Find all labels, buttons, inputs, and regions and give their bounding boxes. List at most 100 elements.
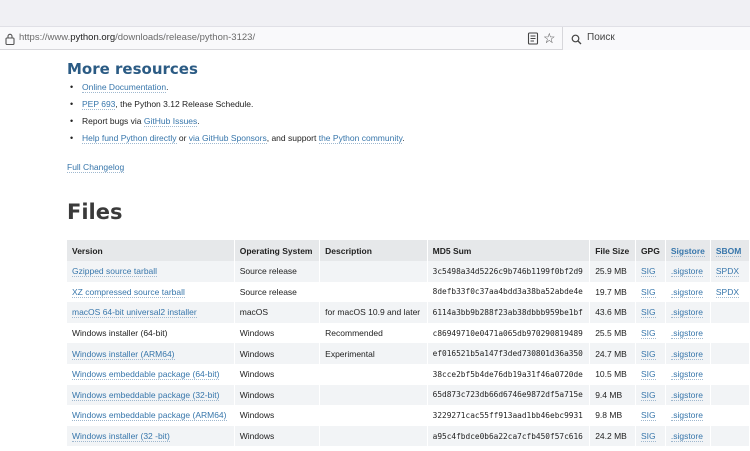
file-size-cell: 25.5 MB bbox=[595, 328, 627, 339]
gpg-sig-link[interactable]: SIG bbox=[640, 307, 656, 319]
os-cell: Windows bbox=[239, 389, 275, 400]
url-text[interactable]: https://www.python.org/downloads/release… bbox=[19, 32, 255, 43]
sigstore-link[interactable]: .sigstore bbox=[670, 266, 703, 278]
list-item: Help fund Python directly or via GitHub … bbox=[70, 132, 405, 149]
gpg-sig-link[interactable]: SIG bbox=[640, 369, 656, 381]
sbom-cell bbox=[710, 302, 750, 323]
md5-cell: ef016521b5a147f3ded730801d36a350 bbox=[432, 349, 583, 359]
file-size-cell: 25.5 MB bbox=[589, 322, 636, 344]
file-size-cell: 43.6 MB bbox=[589, 302, 636, 323]
col-sbom[interactable]: SBOM bbox=[710, 240, 750, 261]
help-fund-python-link[interactable]: Help fund Python directly bbox=[82, 133, 177, 144]
sigstore-cell: .sigstore bbox=[665, 384, 711, 406]
sigstore-link[interactable]: .sigstore bbox=[670, 410, 703, 422]
pep-693-link[interactable]: PEP 693 bbox=[82, 99, 116, 110]
files-table-body: Gzipped source tarball Source release 3c54… bbox=[67, 261, 750, 447]
os-cell: Source release bbox=[239, 266, 297, 277]
sigstore-header-link[interactable]: Sigstore bbox=[670, 245, 705, 257]
url-path: /downloads/release/python-3123/ bbox=[115, 32, 256, 43]
gpg-sig-link[interactable]: SIG bbox=[640, 431, 656, 443]
table-row: macOS 64-bit universal2 installer macOS fo… bbox=[67, 302, 750, 323]
col-md5: MD5 Sum bbox=[427, 240, 591, 261]
version-cell[interactable]: Gzipped source tarball bbox=[72, 266, 158, 278]
bookmark-star-icon[interactable]: ☆ bbox=[543, 31, 557, 45]
col-description: Description bbox=[319, 240, 428, 261]
gpg-sig-link[interactable]: SIG bbox=[640, 410, 656, 422]
search-icon bbox=[571, 32, 583, 45]
sigstore-link[interactable]: .sigstore bbox=[670, 369, 703, 381]
github-sponsors-link[interactable]: via GitHub Sponsors bbox=[188, 133, 267, 144]
file-size-cell: 10.5 MB bbox=[595, 369, 627, 380]
sigstore-link[interactable]: .sigstore bbox=[670, 389, 703, 401]
list-item: Online Documentation. bbox=[70, 81, 405, 98]
list-item-text: . bbox=[197, 116, 200, 126]
sigstore-cell: .sigstore bbox=[665, 302, 711, 323]
list-item: PEP 693, the Python 3.12 Release Schedul… bbox=[70, 98, 405, 115]
sigstore-link[interactable]: .sigstore bbox=[670, 286, 703, 298]
reader-view-icon[interactable] bbox=[527, 32, 540, 45]
sigstore-link[interactable]: .sigstore bbox=[670, 328, 703, 340]
resources-list: Online Documentation. PEP 693, the Pytho… bbox=[70, 81, 405, 149]
md5-cell: a95c4fbdce0b6a22ca7cfb450f57c616 bbox=[432, 431, 583, 441]
version-cell[interactable]: XZ compressed source tarball bbox=[72, 286, 185, 298]
os-cell: Windows bbox=[239, 348, 275, 359]
version-cell[interactable]: Windows installer (ARM64) bbox=[72, 348, 175, 360]
version-cell[interactable]: Windows embeddable package (ARM64) bbox=[72, 410, 227, 422]
list-item-text: , the Python 3.12 Release Schedule. bbox=[115, 99, 254, 109]
list-item-text: , and support bbox=[266, 133, 319, 143]
version-cell[interactable]: Windows installer (32 -bit) bbox=[72, 431, 170, 443]
page-content: More resources Online Documentation. PEP… bbox=[0, 51, 750, 451]
sigstore-link[interactable]: .sigstore bbox=[670, 307, 703, 319]
sigstore-cell: .sigstore bbox=[665, 405, 711, 426]
sigstore-link[interactable]: .sigstore bbox=[670, 348, 703, 360]
description-cell: Experimental bbox=[325, 348, 375, 359]
url-prefix: https://www. bbox=[19, 32, 71, 43]
col-gpg: GPG bbox=[635, 240, 666, 261]
sbom-link[interactable]: SPDX bbox=[715, 286, 740, 298]
version-cell[interactable]: Windows embeddable package (64-bit) bbox=[72, 369, 220, 381]
gpg-sig-cell: SIG bbox=[635, 363, 666, 385]
file-size-cell: 19.7 MB bbox=[589, 281, 636, 303]
browser-tab-strip bbox=[0, 0, 750, 27]
browser-search-box[interactable]: Поиск bbox=[562, 27, 750, 50]
sigstore-link[interactable]: .sigstore bbox=[670, 431, 703, 443]
version-cell[interactable]: Windows embeddable package (32-bit) bbox=[72, 389, 220, 401]
description-cell bbox=[319, 363, 428, 385]
sbom-header-link[interactable]: SBOM bbox=[715, 245, 742, 257]
description-cell: for macOS 10.9 and later bbox=[319, 302, 428, 323]
gpg-sig-link[interactable]: SIG bbox=[640, 266, 656, 278]
files-heading: Files bbox=[67, 200, 123, 224]
sbom-link[interactable]: SPDX bbox=[715, 266, 740, 278]
col-sigstore[interactable]: Sigstore bbox=[665, 240, 711, 261]
gpg-sig-link[interactable]: SIG bbox=[640, 328, 656, 340]
version-cell: Windows embeddable package (64-bit) bbox=[67, 363, 235, 385]
full-changelog-link[interactable]: Full Changelog bbox=[67, 162, 125, 173]
description-cell: for macOS 10.9 and later bbox=[325, 307, 421, 318]
python-community-link[interactable]: the Python community bbox=[318, 133, 403, 144]
version-cell[interactable]: macOS 64-bit universal2 installer bbox=[72, 307, 197, 319]
sbom-cell bbox=[710, 343, 750, 364]
github-issues-link[interactable]: GitHub Issues bbox=[143, 116, 198, 127]
os-cell: Windows bbox=[239, 369, 275, 380]
gpg-sig-link[interactable]: SIG bbox=[640, 389, 656, 401]
file-size-cell: 19.7 MB bbox=[595, 286, 627, 297]
version-cell[interactable]: Windows installer (64-bit) bbox=[72, 328, 167, 338]
col-version: Version bbox=[67, 240, 235, 261]
version-cell: Windows installer (64-bit) bbox=[67, 322, 235, 344]
sigstore-cell: .sigstore bbox=[665, 281, 711, 303]
version-cell: Windows embeddable package (ARM64) bbox=[67, 405, 235, 426]
table-row: Windows installer (64-bit) Windows Recomme… bbox=[67, 322, 750, 344]
gpg-sig-link[interactable]: SIG bbox=[640, 348, 656, 360]
gpg-sig-cell: SIG bbox=[635, 322, 666, 344]
file-size-cell: 9.8 MB bbox=[595, 410, 623, 421]
os-cell: Source release bbox=[234, 261, 321, 282]
online-documentation-link[interactable]: Online Documentation bbox=[82, 82, 167, 93]
sbom-cell bbox=[710, 405, 750, 426]
gpg-sig-cell: SIG bbox=[635, 343, 666, 364]
lock-icon[interactable] bbox=[4, 32, 16, 45]
version-cell: XZ compressed source tarball bbox=[67, 281, 235, 303]
col-os: Operating System bbox=[234, 240, 321, 261]
md5-cell: 8defb33f0c37aa4bdd3a38ba52abde4e bbox=[427, 281, 591, 303]
description-cell: Experimental bbox=[319, 343, 428, 364]
gpg-sig-link[interactable]: SIG bbox=[640, 286, 656, 298]
